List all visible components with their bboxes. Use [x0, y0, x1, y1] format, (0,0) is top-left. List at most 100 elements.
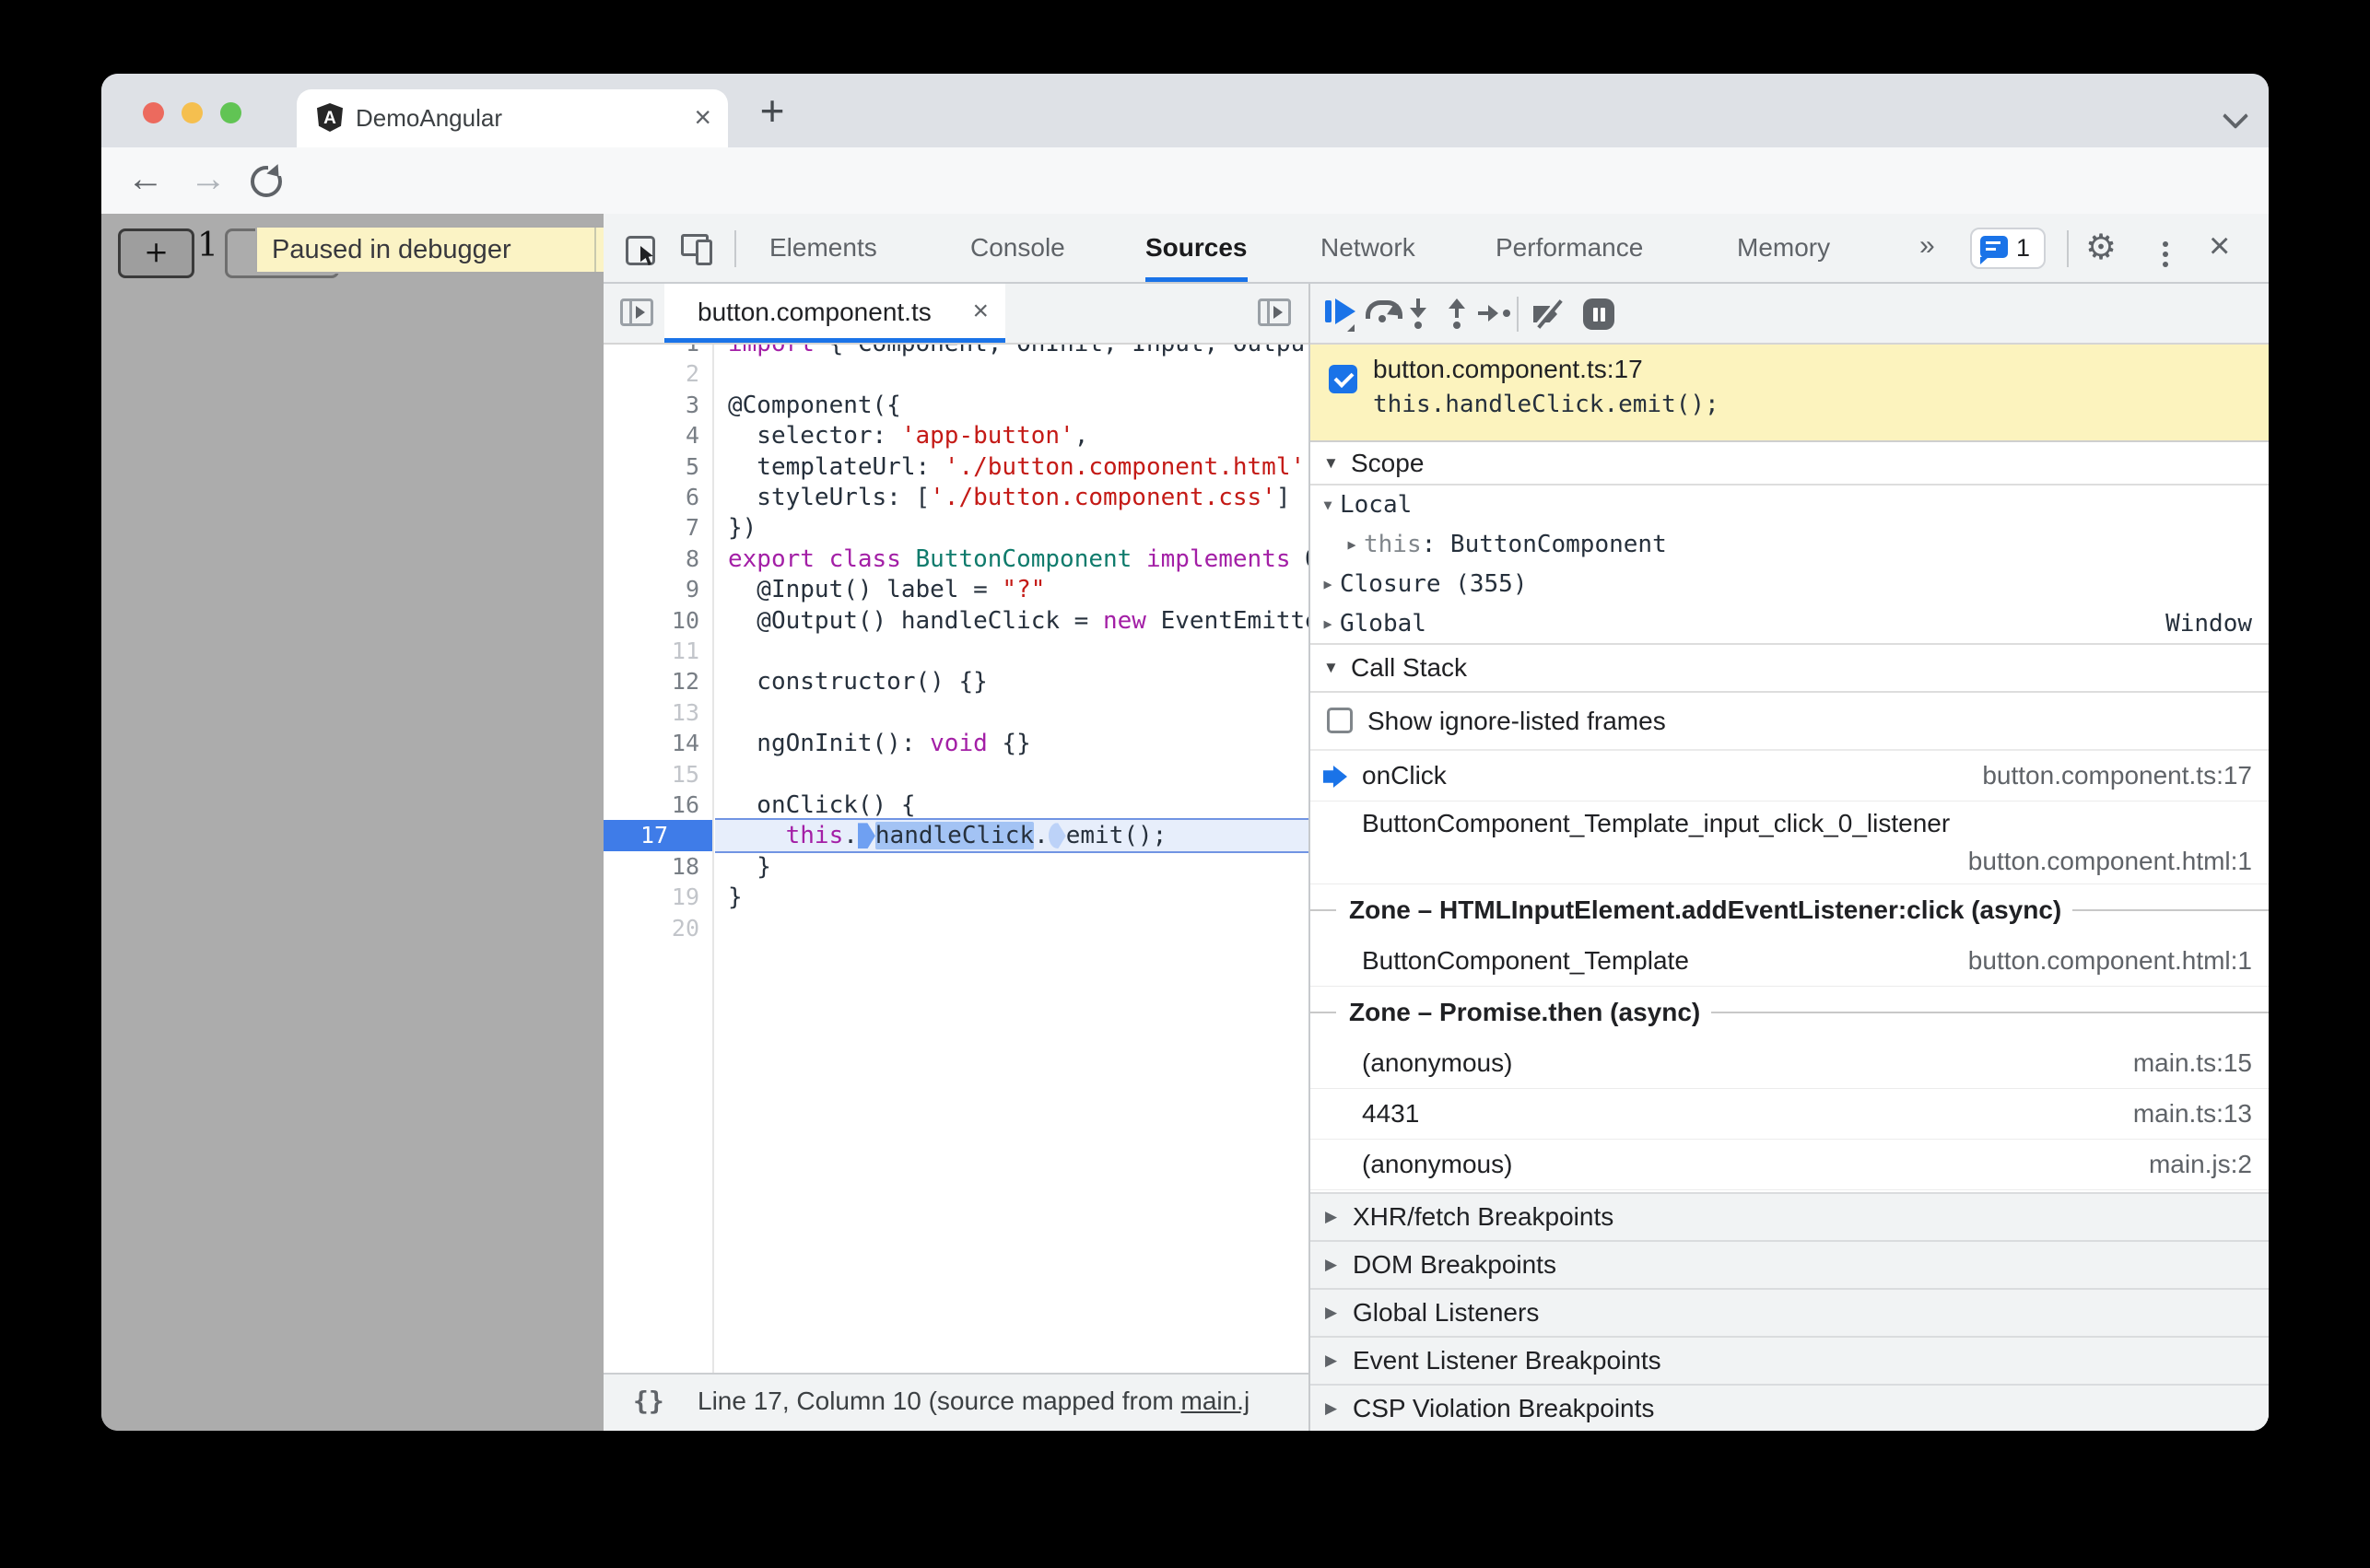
breakpoint-location[interactable]: button.component.ts:17	[1373, 352, 1643, 387]
code-line-15[interactable]	[715, 759, 1308, 790]
line-number-1[interactable]: 1	[604, 345, 699, 359]
line-number-19[interactable]: 19	[604, 882, 699, 913]
code-line-18[interactable]: }	[715, 851, 1308, 883]
devtools-menu-icon[interactable]	[2163, 237, 2168, 272]
code-line-20[interactable]	[715, 913, 1308, 944]
line-number-12[interactable]: 12	[604, 666, 699, 697]
code-line-9[interactable]: @Input() label = "?"	[715, 574, 1308, 605]
back-button[interactable]: ←	[127, 147, 164, 214]
call-stack-frame[interactable]: (anonymous) main.js:2	[1310, 1140, 2269, 1190]
resume-script-button[interactable]	[1325, 298, 1360, 332]
settings-gear-icon[interactable]: ⚙	[2085, 214, 2117, 282]
pretty-print-braces-icon[interactable]: {}	[633, 1375, 664, 1431]
frame-location[interactable]: main.ts:15	[2133, 1038, 2252, 1088]
step-into-marker-icon[interactable]	[857, 823, 875, 849]
issues-counter[interactable]: 1	[1970, 228, 2046, 269]
devtools-tab-console[interactable]: Console	[970, 214, 1065, 282]
line-number-gutter[interactable]: 1234567891011121314151617181920	[604, 345, 714, 1373]
deactivate-breakpoints-button[interactable]	[1531, 298, 1566, 330]
devtools-tab-elements[interactable]: Elements	[769, 214, 877, 282]
line-number-6[interactable]: 6	[604, 482, 699, 513]
line-number-20[interactable]: 20	[604, 913, 699, 944]
line-number-10[interactable]: 10	[604, 605, 699, 637]
scope-row-Global[interactable]: ▶ Global Window	[1310, 604, 2269, 644]
frame-location[interactable]: button.component.html:1	[1968, 936, 2252, 986]
show-ignore-listed-checkbox[interactable]	[1327, 708, 1353, 733]
code-line-4[interactable]: selector: 'app-button',	[715, 420, 1308, 451]
line-number-7[interactable]: 7	[604, 512, 699, 544]
scope-row-Local[interactable]: ▼ Local	[1310, 486, 2269, 525]
pause-on-exceptions-button[interactable]	[1583, 298, 1618, 330]
page-add-button[interactable]: +	[118, 228, 194, 278]
code-line-1[interactable]: import { Component, OnInit, Input, Outpu…	[715, 345, 1308, 359]
step-out-button[interactable]	[1441, 298, 1476, 330]
file-tab-close-icon[interactable]: ×	[972, 284, 989, 343]
code-line-8[interactable]: export class ButtonComponent implements …	[715, 544, 1308, 575]
line-number-15[interactable]: 15	[604, 759, 699, 790]
section-dom-breakpoints[interactable]: ▶ DOM Breakpoints	[1310, 1240, 2269, 1288]
line-number-17[interactable]: 17	[604, 820, 712, 852]
window-minimize-button[interactable]	[182, 102, 203, 123]
line-number-13[interactable]: 13	[604, 697, 699, 729]
show-navigator-icon[interactable]	[620, 298, 653, 326]
new-tab-button[interactable]: +	[746, 87, 798, 138]
step-button[interactable]	[1478, 298, 1513, 330]
reload-button[interactable]	[251, 163, 285, 197]
source-mapped-link[interactable]: main.j	[1181, 1387, 1250, 1415]
section-xhr-fetch-breakpoints[interactable]: ▶ XHR/fetch Breakpoints	[1310, 1192, 2269, 1240]
step-into-button[interactable]	[1402, 298, 1437, 330]
step-into-marker-icon[interactable]	[1048, 823, 1066, 849]
code-line-12[interactable]: constructor() {}	[715, 666, 1308, 697]
scope-section-header[interactable]: ▼ Scope	[1310, 442, 2269, 486]
frame-location[interactable]: main.js:2	[2149, 1140, 2252, 1189]
code-line-19[interactable]: }	[715, 882, 1308, 913]
panel-divider[interactable]	[1308, 284, 1310, 1431]
device-toolbar-button[interactable]	[681, 234, 714, 265]
line-number-8[interactable]: 8	[604, 544, 699, 575]
pretty-print-toggle-icon[interactable]	[1258, 298, 1291, 326]
file-tab[interactable]: button.component.ts ×	[664, 284, 1005, 343]
line-number-18[interactable]: 18	[604, 851, 699, 883]
more-tabs-chevron[interactable]: »	[1919, 214, 1935, 282]
code-lines[interactable]: import { Component, OnInit, Input, Outpu…	[714, 345, 1308, 1373]
scope-row-this[interactable]: ▶ this: ButtonComponent	[1310, 525, 2269, 565]
call-stack-frame[interactable]: (anonymous) main.ts:15	[1310, 1038, 2269, 1089]
code-line-7[interactable]: })	[715, 512, 1308, 544]
expand-triangle-icon[interactable]: ▶	[1316, 565, 1340, 604]
window-close-button[interactable]	[143, 102, 164, 123]
line-number-16[interactable]: 16	[604, 790, 699, 821]
call-stack-frame[interactable]: onClick button.component.ts:17	[1310, 751, 2269, 802]
frame-location[interactable]: main.ts:13	[2133, 1089, 2252, 1139]
line-number-9[interactable]: 9	[604, 574, 699, 605]
code-line-10[interactable]: @Output() handleClick = new EventEmitter…	[715, 605, 1308, 637]
call-stack-frame[interactable]: ButtonComponent_Template button.component…	[1310, 936, 2269, 987]
section-csp-violation-breakpoints[interactable]: ▶ CSP Violation Breakpoints	[1310, 1384, 2269, 1431]
inspect-element-button[interactable]	[626, 234, 657, 265]
line-number-14[interactable]: 14	[604, 728, 699, 759]
expand-triangle-icon[interactable]: ▶	[1340, 525, 1364, 565]
code-line-14[interactable]: ngOnInit(): void {}	[715, 728, 1308, 759]
section-global-listeners[interactable]: ▶ Global Listeners	[1310, 1288, 2269, 1336]
line-number-4[interactable]: 4	[604, 420, 699, 451]
code-line-11[interactable]	[715, 636, 1308, 667]
line-number-11[interactable]: 11	[604, 636, 699, 667]
window-zoom-button[interactable]	[220, 102, 241, 123]
section-event-listener-breakpoints[interactable]: ▶ Event Listener Breakpoints	[1310, 1336, 2269, 1384]
breakpoint-checkbox[interactable]	[1329, 365, 1357, 393]
devtools-tab-performance[interactable]: Performance	[1496, 214, 1643, 282]
call-stack-section-header[interactable]: ▼ Call Stack	[1310, 645, 2269, 693]
call-stack-frame[interactable]: 4431 main.ts:13	[1310, 1089, 2269, 1140]
code-editor[interactable]: 1234567891011121314151617181920 import {…	[604, 345, 1308, 1373]
code-line-13[interactable]	[715, 697, 1308, 729]
devtools-close-icon[interactable]: ×	[2209, 214, 2230, 282]
line-number-3[interactable]: 3	[604, 390, 699, 421]
expand-triangle-icon[interactable]: ▶	[1316, 604, 1340, 644]
devtools-tab-network[interactable]: Network	[1320, 214, 1415, 282]
forward-button[interactable]: →	[190, 147, 227, 214]
code-line-16[interactable]: onClick() {	[715, 790, 1308, 821]
line-number-5[interactable]: 5	[604, 451, 699, 483]
line-number-2[interactable]: 2	[604, 358, 699, 390]
code-line-2[interactable]	[715, 358, 1308, 390]
scope-row-Closure (355)[interactable]: ▶ Closure (355)	[1310, 565, 2269, 604]
expand-triangle-icon[interactable]: ▼	[1316, 486, 1340, 525]
